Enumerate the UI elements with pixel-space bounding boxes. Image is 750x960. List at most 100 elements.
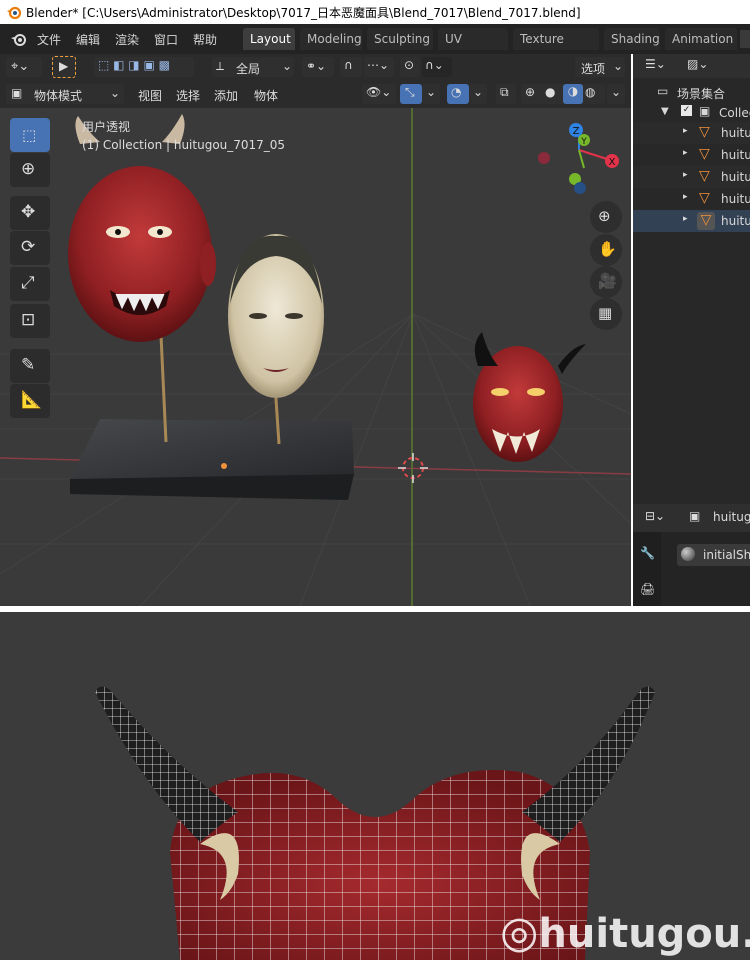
proportional-falloff-dropdown[interactable]: ∩⌄ — [422, 57, 452, 77]
shading-mode-group[interactable]: ⊕ ● ◑ ◍ — [521, 84, 605, 104]
chevron-down-icon: ⌄ — [613, 59, 624, 73]
transform-orientation-dropdown[interactable]: ⟂ 全局 ⌄ — [212, 57, 294, 77]
object-label: huitu — [721, 148, 750, 162]
select-box-icon: ⬚ — [22, 126, 37, 144]
tool-rotate[interactable]: ⟳ — [10, 231, 50, 265]
viewport-menu-view[interactable]: 视图 — [138, 87, 162, 104]
viewport-menu-object[interactable]: 物体 — [254, 87, 278, 104]
tab-overflow[interactable] — [740, 30, 750, 48]
outliner-row[interactable]: ▸ ▽ huitu — [633, 144, 750, 166]
mode-dropdown[interactable]: ▣ 物体模式 ⌄ — [6, 84, 124, 104]
display-mode-dropdown[interactable]: ▨⌄ — [683, 56, 717, 76]
expand-arrow-icon[interactable]: ▸ — [683, 126, 688, 136]
tool-annotate[interactable]: ✎ — [10, 349, 50, 383]
selection-mode-group[interactable]: ⬚ ◧ ◨ ▣ ▩ — [94, 57, 194, 77]
snap-toggle[interactable]: ∩ — [340, 57, 362, 77]
cursor-arrow-icon: ▶ — [59, 59, 69, 73]
expand-arrow-icon[interactable]: ▸ — [683, 214, 688, 224]
solid-shading-icon[interactable]: ● — [545, 85, 555, 99]
wireframe-shading-icon[interactable]: ⊕ — [525, 85, 535, 99]
collection-label[interactable]: Collec — [719, 106, 750, 120]
pan-button[interactable]: ✋ — [590, 234, 622, 266]
menu-help[interactable]: 帮助 — [193, 31, 217, 48]
options-dropdown[interactable]: 选项 ⌄ — [575, 57, 625, 77]
tool-scale[interactable]: ⤢ — [10, 267, 50, 301]
viewport-menu-select[interactable]: 选择 — [176, 87, 200, 104]
tool-move[interactable]: ✥ — [10, 196, 50, 230]
viewport-menu-add[interactable]: 添加 — [214, 87, 238, 104]
chevron-down-icon: ⌄ — [426, 85, 437, 99]
select-box-mode-button[interactable]: ⌖⌄ — [6, 57, 42, 77]
mesh-triangle-icon: ▽ — [699, 168, 710, 184]
material-slot[interactable]: initialSha — [677, 544, 750, 566]
tool-settings-icon[interactable]: 🔧 — [640, 546, 655, 560]
wireframe-closeup-view: ◎huitugou.com — [0, 612, 750, 960]
visibility-dropdown[interactable]: 👁⌄ — [362, 84, 396, 104]
collection-icon: ▣ — [699, 104, 711, 118]
camera-icon: 🎥 — [598, 272, 617, 290]
snap-target-dropdown[interactable]: ⋯⌄ — [364, 57, 394, 77]
collection-checkbox[interactable]: ✓ — [681, 105, 692, 116]
overlays-dropdown[interactable]: ⌄ — [469, 84, 487, 104]
proportional-edit-toggle[interactable]: ⊙ — [400, 57, 420, 77]
overlays-toggle[interactable]: ◔ — [447, 84, 469, 104]
transform-orientation-value: 全局 — [236, 62, 261, 76]
tab-uv-editing[interactable]: UV Editing — [438, 28, 508, 68]
outliner-row[interactable]: ▸ ▽ huitu — [633, 188, 750, 210]
viewport-scene[interactable]: Z X Y — [0, 54, 631, 606]
3d-viewport[interactable]: Z X Y ⌖⌄ ▶ ⬚ ◧ ◨ ▣ ▩ ⟂ 全局 ⌄ ⚭⌄ ∩ ⋯⌄ ⊙ ∩⌄… — [0, 54, 631, 606]
blender-menu-icon[interactable] — [10, 30, 28, 48]
material-preview-shading-icon[interactable]: ◑ — [563, 84, 583, 104]
tab-shading[interactable]: Shading — [604, 28, 660, 50]
select-mode-icon: ⌖⌄ — [11, 59, 30, 74]
scene-collection-icon: ▭ — [657, 84, 669, 98]
outliner-row-active[interactable]: ▸ ▽ huitu — [633, 210, 750, 232]
navigation-gizmo[interactable]: Z X Y — [538, 123, 619, 194]
outliner-row[interactable]: ▸ ▽ huitu — [633, 122, 750, 144]
noh-mask-object[interactable] — [228, 234, 324, 398]
scene-collection-label[interactable]: 场景集合 — [677, 85, 725, 102]
perspective-grid-icon: ▦ — [598, 304, 613, 322]
menu-edit[interactable]: 编辑 — [76, 31, 100, 48]
perspective-toggle-button[interactable]: ▦ — [590, 298, 622, 330]
camera-view-button[interactable]: 🎥 — [590, 266, 622, 298]
render-properties-icon[interactable]: 🖨 — [640, 582, 655, 596]
tab-modeling[interactable]: Modeling — [300, 28, 362, 50]
zoom-button[interactable]: ⊕ — [590, 201, 622, 233]
pivot-point-dropdown[interactable]: ⚭⌄ — [302, 57, 334, 77]
xray-toggle[interactable]: ⧉ — [496, 84, 516, 104]
tool-cursor[interactable]: ⊕ — [10, 153, 50, 187]
small-oni-mask-object[interactable] — [473, 332, 586, 462]
mesh-triangle-icon: ▽ — [699, 146, 710, 162]
properties-editor-dropdown[interactable]: ⊟⌄ — [641, 508, 675, 528]
rendered-shading-icon[interactable]: ◍ — [585, 85, 595, 99]
editor-type-dropdown[interactable]: ☰⌄ — [641, 56, 675, 76]
tab-layout[interactable]: Layout — [243, 28, 295, 50]
eye-icon: 👁⌄ — [366, 85, 392, 99]
expand-arrow-icon[interactable]: ▸ — [683, 192, 688, 202]
tool-transform[interactable]: ⊡ — [10, 304, 50, 338]
shading-dropdown[interactable]: ⌄ — [607, 84, 625, 104]
tool-select-box[interactable]: ⬚ — [10, 118, 50, 152]
view-perspective-label: 用户透视 — [82, 120, 131, 134]
collapse-chevron-icon[interactable]: ▼ — [661, 106, 669, 117]
gizmo-arrow-icon: ⤡ — [405, 85, 415, 99]
gizmo-toggle[interactable]: ⤡ — [400, 84, 422, 104]
outliner-row[interactable]: ▸ ▽ huitu — [633, 166, 750, 188]
menu-window[interactable]: 窗口 — [154, 31, 178, 48]
expand-arrow-icon[interactable]: ▸ — [683, 170, 688, 180]
tab-animation[interactable]: Animation — [665, 28, 737, 50]
expand-arrow-icon[interactable]: ▸ — [683, 148, 688, 158]
properties-object-name: huitugo — [713, 510, 750, 524]
tweak-tool-button[interactable]: ▶ — [52, 56, 76, 78]
transform-icon: ⊡ — [21, 310, 36, 330]
menu-render[interactable]: 渲染 — [115, 31, 139, 48]
tab-texture-paint[interactable]: Texture Paint — [513, 28, 599, 68]
tab-sculpting[interactable]: Sculpting — [367, 28, 433, 50]
hand-icon: ✋ — [598, 240, 617, 258]
gizmo-y-label: Y — [580, 137, 587, 147]
menu-file[interactable]: 文件 — [37, 31, 61, 48]
tool-measure[interactable]: 📐 — [10, 384, 50, 418]
pivot-link-icon: ⚭⌄ — [306, 59, 327, 73]
gizmo-dropdown[interactable]: ⌄ — [422, 84, 440, 104]
